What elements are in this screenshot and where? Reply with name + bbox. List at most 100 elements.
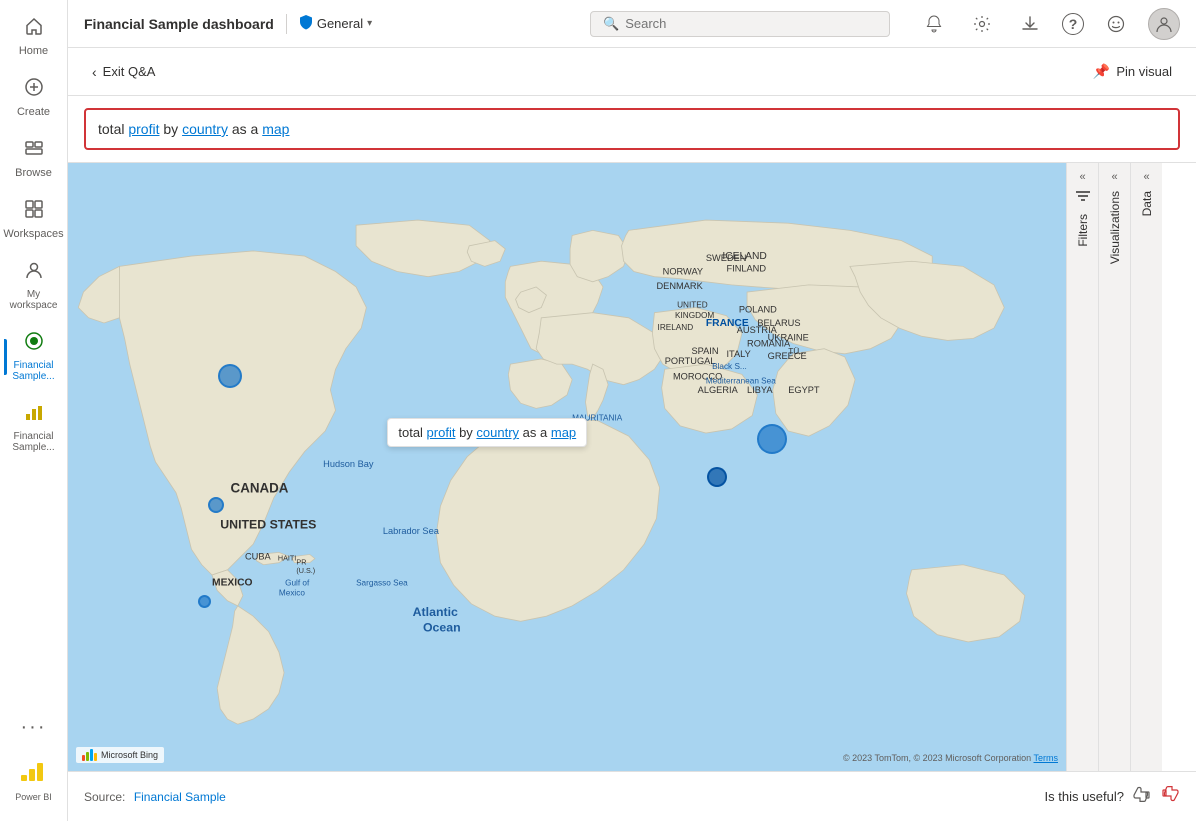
sidebar-item-home[interactable]: Home [4, 8, 64, 65]
filters-panel[interactable]: « Filters [1066, 163, 1098, 771]
svg-text:MEXICO: MEXICO [212, 577, 253, 588]
visualizations-panel[interactable]: « Visualizations [1098, 163, 1130, 771]
notification-button[interactable] [918, 8, 950, 40]
sidebar-item-myworkspace[interactable]: My workspace [4, 252, 64, 319]
filters-chevron-icon: « [1079, 171, 1085, 183]
svg-text:(U.S.): (U.S.) [296, 566, 315, 575]
pin-visual-button[interactable]: 📌 Pin visual [1085, 59, 1180, 84]
thumbs-up-button[interactable] [1132, 784, 1152, 809]
svg-text:Ocean: Ocean [423, 621, 461, 635]
topbar-title: Financial Sample dashboard [84, 16, 274, 32]
powerbi-logo [15, 751, 51, 787]
main-content: Financial Sample dashboard General ▾ 🔍 [68, 0, 1196, 821]
svg-text:Atlantic: Atlantic [413, 605, 458, 619]
smiley-button[interactable] [1100, 8, 1132, 40]
filters-panel-label: Filters [1076, 214, 1090, 247]
svg-text:HAITI: HAITI [278, 554, 296, 563]
filters-icon [1075, 189, 1091, 206]
search-input[interactable] [625, 16, 877, 31]
topbar-icons: ? [918, 8, 1180, 40]
map-background: CANADA UNITED STATES MEXICO CUBA HAITI P… [68, 163, 1066, 771]
exit-qna-button[interactable]: ‹ Exit Q&A [84, 60, 163, 84]
sidebar-item-financial2[interactable]: Financial Sample... [4, 394, 64, 461]
useful-label: Is this useful? [1045, 789, 1125, 804]
sidebar-item-financial2-label: Financial Sample... [8, 431, 60, 453]
settings-button[interactable] [966, 8, 998, 40]
sidebar-item-financial1-label: Financial Sample... [8, 360, 60, 382]
map-terms-link[interactable]: Terms [1034, 753, 1059, 763]
svg-text:EGYPT: EGYPT [788, 385, 820, 395]
back-arrow-icon: ‹ [92, 64, 97, 80]
workspaces-icon [24, 199, 44, 224]
svg-text:DENMARK: DENMARK [657, 281, 704, 291]
tooltip-text-as-a: as a [519, 425, 551, 440]
svg-text:CANADA: CANADA [231, 481, 289, 496]
data-panel[interactable]: « Data [1130, 163, 1162, 771]
tooltip-text-by: by [455, 425, 476, 440]
user-avatar[interactable] [1148, 8, 1180, 40]
more-icon: ··· [21, 716, 47, 739]
bing-logo [82, 749, 97, 761]
download-button[interactable] [1014, 8, 1046, 40]
visualizations-panel-label: Visualizations [1108, 191, 1122, 264]
useful-section: Is this useful? [1045, 784, 1181, 809]
home-icon [24, 16, 44, 41]
svg-text:ALGERIA: ALGERIA [698, 385, 739, 395]
data-panel-label: Data [1140, 191, 1154, 216]
data-chevron-icon: « [1143, 171, 1149, 183]
chevron-down-icon: ▾ [367, 18, 372, 29]
svg-text:AUSTRIA: AUSTRIA [737, 325, 778, 335]
sidebar-item-create-label: Create [17, 106, 50, 118]
sidebar-item-home-label: Home [19, 45, 48, 57]
svg-text:Mediterranean Sea: Mediterranean Sea [706, 377, 776, 386]
svg-text:SWEDEN: SWEDEN [706, 253, 747, 263]
help-button[interactable]: ? [1062, 13, 1084, 35]
svg-text:PORTUGAL: PORTUGAL [665, 356, 716, 366]
tooltip-text-country: country [476, 425, 519, 440]
svg-text:ITALY: ITALY [726, 349, 750, 359]
sidebar-item-more[interactable]: ··· [4, 708, 64, 747]
general-label: General [317, 16, 363, 31]
topbar-divider [286, 14, 287, 34]
create-icon [24, 77, 44, 102]
pin-visual-label: Pin visual [1116, 64, 1172, 79]
map-dot-mexico [198, 595, 211, 608]
source-link[interactable]: Financial Sample [134, 790, 226, 804]
powerbi-logo-container: Power BI [15, 751, 52, 813]
search-icon: 🔍 [603, 16, 619, 32]
qna-input-area: total profit by country as a map [68, 96, 1196, 163]
sidebar: Home Create Browse [0, 0, 68, 821]
shield-icon [299, 14, 313, 33]
svg-text:UNITED: UNITED [677, 301, 708, 310]
topbar-general-badge[interactable]: General ▾ [299, 14, 372, 33]
sidebar-item-financial1[interactable]: Financial Sample... [4, 323, 64, 390]
map-visual[interactable]: CANADA UNITED STATES MEXICO CUBA HAITI P… [68, 163, 1066, 771]
qna-toolbar: ‹ Exit Q&A 📌 Pin visual [68, 48, 1196, 96]
sidebar-item-workspaces-label: Workspaces [3, 228, 63, 240]
sidebar-item-browse[interactable]: Browse [4, 130, 64, 187]
thumbs-down-button[interactable] [1160, 784, 1180, 809]
bing-badge: Microsoft Bing [76, 747, 164, 763]
sidebar-item-create[interactable]: Create [4, 69, 64, 126]
financial-sample-1-icon [24, 331, 44, 356]
sidebar-item-workspaces[interactable]: Workspaces [4, 191, 64, 248]
viz-chevron-icon: « [1111, 171, 1117, 183]
svg-text:Mexico: Mexico [279, 589, 305, 598]
sidebar-item-browse-label: Browse [15, 167, 52, 179]
svg-text:ROMANIA: ROMANIA [747, 339, 791, 349]
topbar-search-box[interactable]: 🔍 [590, 11, 890, 37]
qna-query-text: total profit by country as a map [98, 121, 289, 137]
svg-text:UNITED STATES: UNITED STATES [220, 518, 316, 532]
browse-icon [24, 138, 44, 163]
qna-input-box[interactable]: total profit by country as a map [84, 108, 1180, 150]
svg-text:IRELAND: IRELAND [658, 323, 694, 332]
svg-text:POLAND: POLAND [739, 305, 777, 315]
svg-text:LIBYA: LIBYA [747, 385, 773, 395]
exit-qna-label: Exit Q&A [103, 64, 156, 79]
svg-text:Hudson Bay: Hudson Bay [323, 459, 374, 469]
map-container: CANADA UNITED STATES MEXICO CUBA HAITI P… [68, 163, 1196, 771]
qna-footer: Source: Financial Sample Is this useful? [68, 771, 1196, 821]
svg-text:Gulf of: Gulf of [285, 578, 310, 587]
svg-text:Sargasso Sea: Sargasso Sea [356, 578, 408, 587]
svg-text:CUBA: CUBA [245, 552, 272, 562]
